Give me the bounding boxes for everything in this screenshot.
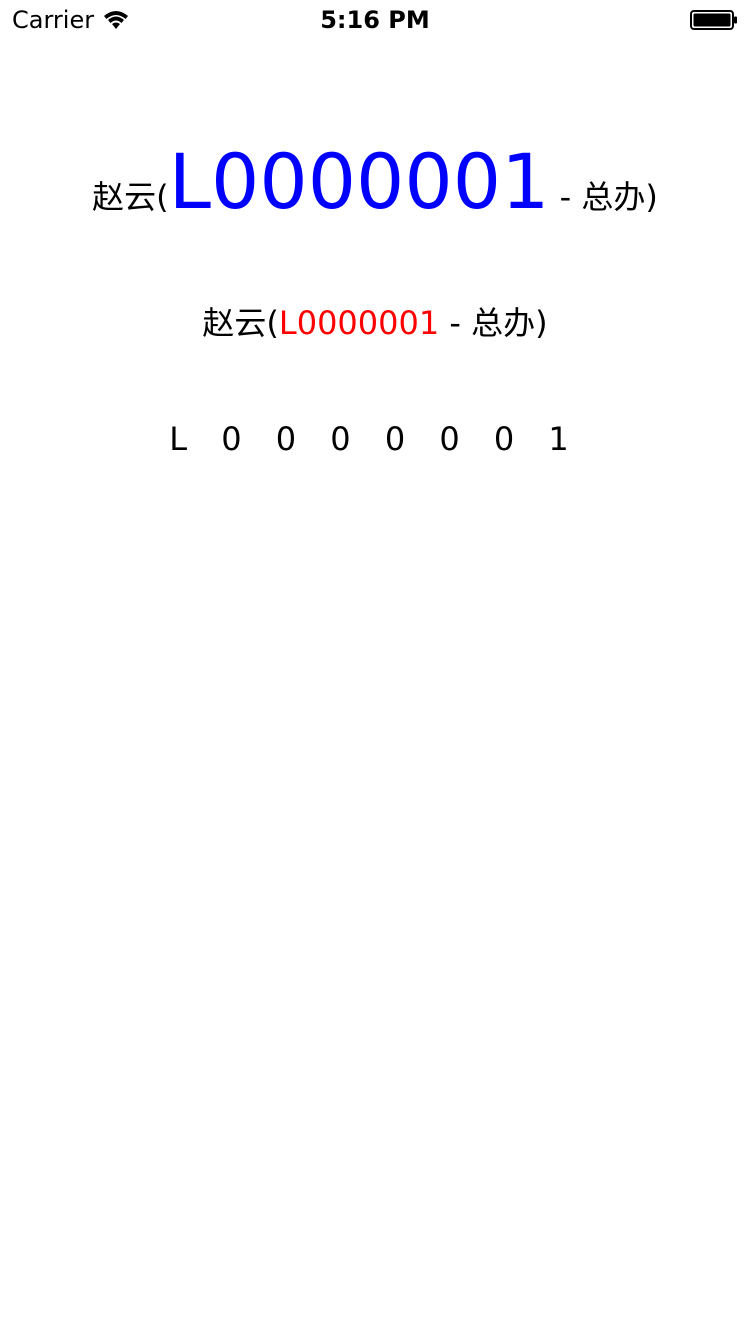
name-prefix: 赵云( (202, 304, 279, 342)
employee-code-red: L0000001 (278, 304, 440, 342)
name-prefix: 赵云( (92, 178, 169, 216)
battery-icon (690, 10, 737, 30)
employee-code-large: L0000001 (168, 137, 550, 226)
department-suffix: - 总办) (549, 178, 658, 216)
styled-label-large: 赵云(L0000001 - 总办) (0, 144, 750, 220)
styled-label-colored: 赵云(L0000001 - 总办) (0, 298, 750, 344)
spaced-code-label: L 0 0 0 0 0 0 1 (169, 420, 581, 458)
status-bar: Carrier 5:16 PM (0, 0, 750, 40)
clock-label: 5:16 PM (320, 6, 430, 34)
department-suffix: - 总办) (439, 304, 548, 342)
